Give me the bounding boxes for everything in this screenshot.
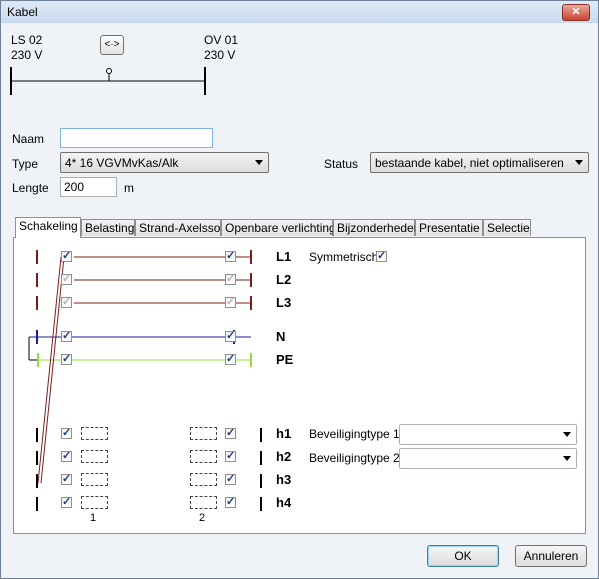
n-start-checkbox[interactable]: [61, 329, 72, 342]
lengte-label: Lengte: [12, 181, 49, 195]
l3-end-checkbox[interactable]: [225, 295, 236, 308]
h3-end-protection-slot[interactable]: [190, 473, 217, 486]
l2-end-checkbox[interactable]: [225, 272, 236, 285]
close-icon: ✕: [571, 6, 581, 18]
h2-start-protection-slot[interactable]: [81, 450, 108, 463]
tab-presentatie[interactable]: Presentatie: [415, 219, 483, 236]
chevron-down-icon: [563, 456, 571, 461]
window-title: Kabel: [7, 5, 38, 19]
naam-label: Naam: [12, 132, 45, 146]
h1-label: h1: [276, 426, 292, 441]
cable-diagram: [10, 67, 206, 95]
phase-connector-line: [37, 256, 62, 484]
h4-start-protection-slot[interactable]: [81, 496, 108, 509]
beveiligingtype-2-label: Beveiligingtype 2: [309, 451, 400, 465]
status-select-value: bestaande kabel, niet optimaliseren: [375, 156, 564, 170]
status-select[interactable]: bestaande kabel, niet optimaliseren: [370, 152, 589, 173]
h4-start-checkbox[interactable]: [61, 495, 72, 508]
type-select-value: 4* 16 VGVMvKas/Alk: [65, 156, 179, 170]
from-node-name: LS 02: [11, 33, 43, 47]
pe-label: PE: [276, 352, 294, 367]
l1-label: L1: [276, 249, 292, 264]
tab-belasting[interactable]: Belasting: [81, 219, 135, 236]
tab-selectie[interactable]: Selectie: [483, 219, 531, 236]
h1-end-checkbox[interactable]: [225, 426, 236, 439]
symmetrisch-label: Symmetrisch: [309, 250, 379, 264]
beveiligingtype-2-select[interactable]: [399, 448, 577, 469]
h1-end-protection-slot[interactable]: [190, 427, 217, 440]
h1-start-checkbox[interactable]: [61, 426, 72, 439]
l2-start-checkbox[interactable]: [61, 272, 72, 285]
h3-end-checkbox[interactable]: [225, 472, 236, 485]
kabel-dialog: Kabel ✕ LS 02 230 V OV 01 230 V <·> Naam…: [0, 0, 599, 579]
h2-label: h2: [276, 449, 292, 464]
to-node-voltage: 230 V: [204, 48, 236, 62]
h1-start-protection-slot[interactable]: [81, 427, 108, 440]
from-node-voltage: 230 V: [11, 48, 43, 62]
side-1-label: 1: [90, 512, 97, 524]
chevron-down-icon: [563, 432, 571, 437]
h4-end-protection-slot[interactable]: [190, 496, 217, 509]
to-node-name: OV 01: [204, 33, 239, 47]
beveiligingtype-1-select[interactable]: [399, 424, 577, 445]
phase-connector-line-2: [40, 256, 65, 484]
h4-label: h4: [276, 495, 292, 510]
beveiligingtype-1-label: Beveiligingtype 1: [309, 427, 400, 441]
close-button[interactable]: ✕: [562, 4, 590, 21]
tab-strand-axelsson[interactable]: Strand-Axelsson: [135, 219, 227, 236]
h3-start-protection-slot[interactable]: [81, 473, 108, 486]
symmetrisch-checkbox[interactable]: [376, 249, 387, 262]
h2-start-checkbox[interactable]: [61, 449, 72, 462]
n-end-checkbox[interactable]: [225, 329, 236, 342]
annuleren-button[interactable]: Annuleren: [515, 545, 587, 567]
lengte-input[interactable]: [60, 177, 117, 197]
naam-input[interactable]: [60, 128, 213, 148]
ok-button[interactable]: OK: [427, 545, 499, 567]
type-select[interactable]: 4* 16 VGVMvKas/Alk: [60, 152, 269, 173]
wiring-diagram: [28, 250, 262, 511]
h4-end-checkbox[interactable]: [225, 495, 236, 508]
l1-start-checkbox[interactable]: [61, 249, 72, 262]
h2-end-protection-slot[interactable]: [190, 450, 217, 463]
status-label: Status: [324, 157, 359, 171]
side-2-label: 2: [199, 512, 206, 524]
n-label: N: [276, 329, 286, 344]
h2-end-checkbox[interactable]: [225, 449, 236, 462]
l2-label: L2: [276, 272, 292, 287]
lengte-unit: m: [124, 181, 134, 195]
schakeling-panel: L1 L2 L3 N PE Symmetrisch h1 h2 h3 h4 1 …: [13, 237, 586, 534]
l3-start-checkbox[interactable]: [61, 295, 72, 308]
tab-openbare-verlichting[interactable]: Openbare verlichting: [221, 219, 336, 236]
cable-midpoint-marker: [106, 68, 112, 74]
chevron-down-icon: [255, 160, 263, 165]
h3-label: h3: [276, 472, 292, 487]
l3-label: L3: [276, 295, 292, 310]
swap-icon: <·>: [104, 39, 120, 50]
type-label: Type: [12, 157, 39, 171]
pe-start-checkbox[interactable]: [61, 352, 72, 365]
tab-bijzonderheden[interactable]: Bijzonderheden: [333, 219, 420, 236]
tab-schakeling[interactable]: Schakeling: [15, 217, 81, 238]
h3-start-checkbox[interactable]: [61, 472, 72, 485]
swap-direction-button[interactable]: <·>: [100, 35, 124, 55]
title-bar: Kabel ✕: [1, 1, 598, 23]
l1-end-checkbox[interactable]: [225, 249, 236, 262]
chevron-down-icon: [575, 160, 583, 165]
pe-end-checkbox[interactable]: [225, 352, 236, 365]
